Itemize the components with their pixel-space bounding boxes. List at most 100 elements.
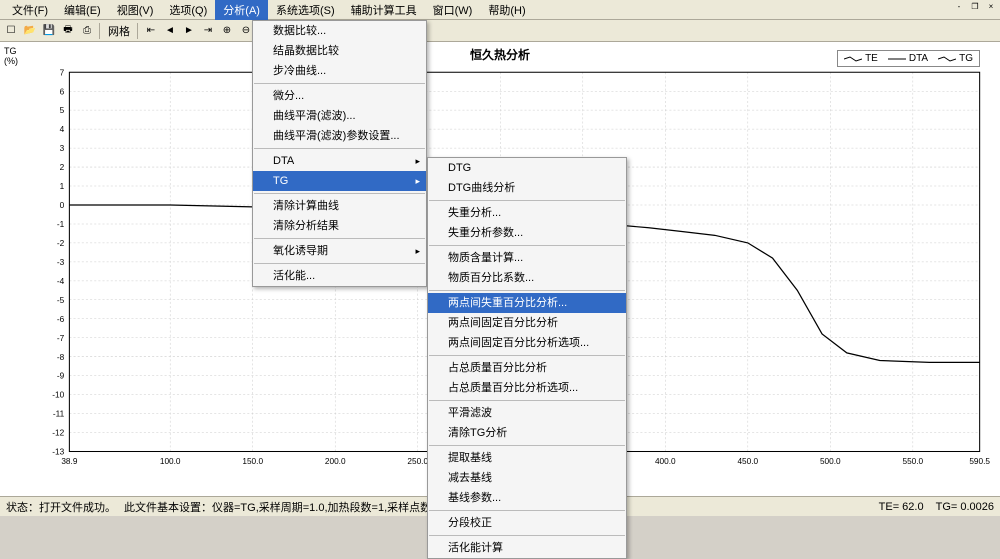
svg-text:250.0: 250.0 (407, 457, 428, 466)
svg-text:150.0: 150.0 (242, 457, 263, 466)
tg-submenu: DTGDTG曲线分析失重分析...失重分析参数... 物质含量计算...物质百分比… (427, 157, 627, 559)
separator (137, 23, 139, 39)
menu-item[interactable]: 结晶数据比较 (253, 41, 426, 61)
svg-text:590.5: 590.5 (969, 457, 990, 466)
menu-separator (429, 535, 625, 536)
new-icon[interactable]: ☐ (2, 22, 20, 40)
menu-item[interactable]: 两点间固定百分比分析选项... (428, 333, 626, 353)
menu-item[interactable]: 数据比较... (253, 21, 426, 41)
menu-window[interactable]: 窗口(W) (425, 0, 481, 20)
menu-separator (429, 510, 625, 511)
menu-item[interactable]: 微分... (253, 86, 426, 106)
menu-file[interactable]: 文件(F) (4, 0, 56, 20)
svg-text:-9: -9 (57, 372, 65, 381)
menu-item[interactable]: DTG (428, 158, 626, 178)
menu-item[interactable]: 清除分析结果 (253, 216, 426, 236)
next-icon[interactable]: ► (180, 22, 198, 40)
svg-text:-3: -3 (57, 258, 65, 267)
menu-item[interactable]: DTG曲线分析 (428, 178, 626, 198)
svg-text:-10: -10 (52, 391, 64, 400)
menu-item[interactable]: 活化能计算 (428, 538, 626, 558)
menu-separator (429, 290, 625, 291)
minimize-button[interactable]: - (952, 2, 966, 14)
menu-item[interactable]: 失重分析参数... (428, 223, 626, 243)
svg-text:3: 3 (60, 144, 65, 153)
menu-separator (429, 200, 625, 201)
svg-text:-1: -1 (57, 220, 65, 229)
menu-item[interactable]: 平滑滤波 (428, 403, 626, 423)
menu-item[interactable]: 物质含量计算... (428, 248, 626, 268)
menu-separator (429, 245, 625, 246)
menu-item[interactable]: 清除计算曲线 (253, 196, 426, 216)
menu-calc[interactable]: 辅助计算工具 (343, 0, 425, 20)
menu-item[interactable]: 失重分析... (428, 203, 626, 223)
menu-separator (254, 238, 425, 239)
svg-text:550.0: 550.0 (902, 457, 923, 466)
svg-text:1: 1 (60, 182, 65, 191)
svg-text:500.0: 500.0 (820, 457, 841, 466)
zoom-in-icon[interactable]: ⊕ (218, 22, 236, 40)
menu-item[interactable]: 清除TG分析 (428, 423, 626, 443)
status-message: 状态：打开文件成功。 (6, 499, 116, 515)
menu-item[interactable]: 减去基线 (428, 468, 626, 488)
menu-analysis[interactable]: 分析(A) (215, 0, 268, 20)
last-icon[interactable]: ⇥ (199, 22, 217, 40)
menu-item[interactable]: 步冷曲线... (253, 61, 426, 81)
menu-item[interactable]: 分段校正 (428, 513, 626, 533)
menu-separator (429, 400, 625, 401)
menu-item[interactable]: 物质百分比系数... (428, 268, 626, 288)
analysis-dropdown: 数据比较...结晶数据比较步冷曲线... 微分...曲线平滑(滤波)...曲线平滑… (252, 20, 427, 287)
menu-item[interactable]: 占总质量百分比分析选项... (428, 378, 626, 398)
menu-item[interactable]: 提取基线 (428, 448, 626, 468)
svg-text:-6: -6 (57, 315, 65, 324)
menu-item[interactable]: 曲线平滑(滤波)参数设置... (253, 126, 426, 146)
separator (99, 23, 101, 39)
close-button[interactable]: × (984, 2, 998, 14)
menu-separator (254, 193, 425, 194)
menu-item[interactable]: 占总质量百分比分析 (428, 358, 626, 378)
menu-sysopt[interactable]: 系统选项(S) (268, 0, 343, 20)
svg-text:-12: -12 (52, 429, 64, 438)
grid-toggle[interactable]: 网格 (104, 23, 134, 39)
menu-item[interactable]: TG (253, 171, 426, 191)
menu-options[interactable]: 选项(Q) (161, 0, 215, 20)
restore-button[interactable]: ❐ (968, 2, 982, 14)
menu-separator (254, 83, 425, 84)
open-icon[interactable]: 📂 (21, 22, 39, 40)
menu-separator (254, 148, 425, 149)
menu-view[interactable]: 视图(V) (109, 0, 162, 20)
svg-text:6: 6 (60, 87, 65, 96)
svg-text:100.0: 100.0 (160, 457, 181, 466)
svg-text:0: 0 (60, 201, 65, 210)
menu-item[interactable]: 两点间失重百分比分析... (428, 293, 626, 313)
menu-separator (429, 355, 625, 356)
svg-text:38.9: 38.9 (61, 457, 78, 466)
svg-text:-2: -2 (57, 239, 65, 248)
svg-text:7: 7 (60, 68, 65, 77)
menu-edit[interactable]: 编辑(E) (56, 0, 109, 20)
menu-item[interactable]: 基线参数... (428, 488, 626, 508)
svg-text:2: 2 (60, 163, 65, 172)
menu-help[interactable]: 帮助(H) (480, 0, 533, 20)
menubar: 文件(F)编辑(E)视图(V)选项(Q)分析(A)系统选项(S)辅助计算工具窗口… (0, 0, 1000, 20)
menu-separator (429, 445, 625, 446)
svg-text:-8: -8 (57, 353, 65, 362)
menu-separator (254, 263, 425, 264)
menu-item[interactable]: 氧化诱导期 (253, 241, 426, 261)
svg-text:-11: -11 (53, 410, 65, 419)
prev-icon[interactable]: ◄ (161, 22, 179, 40)
menu-item[interactable]: DTA (253, 151, 426, 171)
copy-icon[interactable]: ⎙ (78, 22, 96, 40)
menu-item[interactable]: 活化能... (253, 266, 426, 286)
svg-text:-7: -7 (57, 334, 65, 343)
menu-item[interactable]: 两点间固定百分比分析 (428, 313, 626, 333)
menu-item[interactable]: 曲线平滑(滤波)... (253, 106, 426, 126)
toolbar: ☐ 📂 💾 🖶 ⎙ 网格 ⇤ ◄ ► ⇥ ⊕ ⊖ 辅助线 (0, 20, 1000, 42)
save-icon[interactable]: 💾 (40, 22, 58, 40)
chart-title: 恒久热分析 (470, 46, 530, 63)
status-tg: TG= 0.0026 (936, 501, 994, 513)
first-icon[interactable]: ⇤ (142, 22, 160, 40)
svg-text:5: 5 (60, 106, 65, 115)
print-icon[interactable]: 🖶 (59, 22, 77, 40)
svg-text:400.0: 400.0 (655, 457, 676, 466)
